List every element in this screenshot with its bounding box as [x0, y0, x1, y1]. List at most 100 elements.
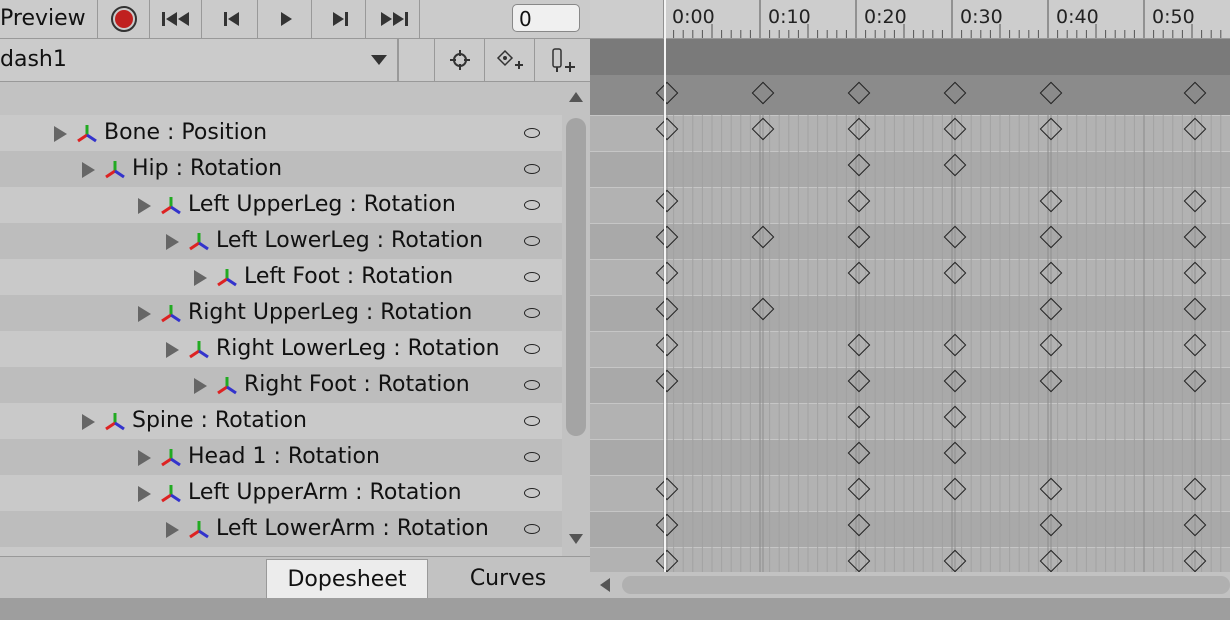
property-label: Left UpperLeg : Rotation	[188, 192, 456, 217]
tab-dopesheet[interactable]: Dopesheet	[266, 559, 428, 599]
tree-row[interactable]: Left UpperLeg : Rotation	[0, 187, 562, 223]
track-row[interactable]	[590, 259, 1230, 296]
track-row[interactable]	[590, 403, 1230, 440]
next-key-icon	[332, 12, 348, 26]
track-row[interactable]	[590, 187, 1230, 224]
expand-arrow-icon[interactable]	[138, 450, 151, 466]
previous-key-button[interactable]	[206, 0, 258, 38]
tree-row[interactable]: Right LowerLeg : Rotation	[0, 331, 562, 367]
expand-arrow-icon[interactable]	[194, 378, 207, 394]
record-button[interactable]	[98, 0, 150, 38]
animation-toolbar: Preview 0	[0, 0, 590, 39]
time-ruler[interactable]: 0:00 0:10 0:20 0:30 0:40 0:50	[590, 0, 1230, 39]
time-tick-label: 0:20	[864, 6, 907, 28]
property-label: Left Foot : Rotation	[244, 264, 454, 289]
horizontal-scroll-thumb[interactable]	[622, 576, 1230, 594]
track-row[interactable]	[590, 367, 1230, 404]
visibility-icon[interactable]	[524, 164, 540, 174]
tree-row[interactable]: Spine : Rotation	[0, 403, 562, 439]
clip-dropdown[interactable]: dash1	[0, 39, 398, 81]
expand-arrow-icon[interactable]	[82, 414, 95, 430]
visibility-icon[interactable]	[524, 236, 540, 246]
playhead[interactable]	[664, 0, 666, 572]
vertical-scrollbar[interactable]	[562, 82, 590, 552]
tree-row[interactable]: Left LowerArm : Rotation	[0, 511, 562, 547]
dopesheet-panel[interactable]: 0:00 0:10 0:20 0:30 0:40 0:50	[590, 0, 1230, 598]
property-label: Spine : Rotation	[132, 408, 307, 433]
tree-row[interactable]: Bone : Position	[0, 115, 562, 151]
add-event-icon	[551, 48, 575, 72]
record-icon	[110, 6, 137, 32]
last-key-button[interactable]	[368, 0, 420, 38]
visibility-icon[interactable]	[524, 272, 540, 282]
track-row[interactable]	[590, 475, 1230, 512]
expand-arrow-icon[interactable]	[138, 198, 151, 214]
tree-row[interactable]: Hip : Rotation	[0, 151, 562, 187]
visibility-icon[interactable]	[524, 524, 540, 534]
expand-arrow-icon[interactable]	[82, 162, 95, 178]
expand-arrow-icon[interactable]	[138, 486, 151, 502]
visibility-icon[interactable]	[524, 380, 540, 390]
bone-transform-icon	[161, 305, 181, 323]
clip-spacer	[398, 39, 434, 81]
frame-input[interactable]: 0	[512, 4, 580, 32]
bone-transform-icon	[161, 485, 181, 503]
visibility-icon[interactable]	[524, 200, 540, 210]
crosshair-icon	[449, 50, 470, 70]
tree-row[interactable]: Right Foot : Rotation	[0, 367, 562, 403]
status-bar	[0, 598, 1230, 620]
filter-by-selection-button[interactable]	[434, 39, 484, 81]
bone-transform-icon	[105, 413, 125, 431]
play-icon	[280, 12, 292, 26]
expand-arrow-icon[interactable]	[138, 306, 151, 322]
expand-arrow-icon[interactable]	[54, 126, 67, 142]
property-label: Left LowerLeg : Rotation	[216, 228, 484, 253]
track-row[interactable]	[590, 511, 1230, 548]
track-row[interactable]	[590, 115, 1230, 152]
add-event-button[interactable]	[534, 39, 590, 81]
add-keyframe-button[interactable]	[484, 39, 534, 81]
property-label: Left LowerArm : Rotation	[216, 516, 489, 541]
tree-row[interactable]: Left UpperArm : Rotation	[0, 475, 562, 511]
preview-button[interactable]: Preview	[0, 0, 98, 38]
track-row[interactable]	[590, 295, 1230, 332]
scroll-up-icon[interactable]	[569, 92, 583, 102]
first-key-icon	[161, 12, 189, 26]
tree-row[interactable]: Left Foot : Rotation	[0, 259, 562, 295]
scroll-thumb[interactable]	[566, 118, 586, 436]
next-key-button[interactable]	[314, 0, 366, 38]
horizontal-scrollbar[interactable]	[590, 572, 1230, 598]
bone-transform-icon	[77, 125, 97, 143]
visibility-icon[interactable]	[524, 488, 540, 498]
first-key-button[interactable]	[150, 0, 202, 38]
track-row[interactable]	[590, 331, 1230, 368]
scroll-left-icon[interactable]	[600, 578, 610, 592]
visibility-icon[interactable]	[524, 128, 540, 138]
tree-row[interactable]: Left LowerLeg : Rotation	[0, 223, 562, 259]
expand-arrow-icon[interactable]	[166, 342, 179, 358]
bone-transform-icon	[189, 521, 209, 539]
expand-arrow-icon[interactable]	[166, 234, 179, 250]
play-button[interactable]	[260, 0, 312, 38]
add-keyframe-icon	[496, 49, 523, 69]
time-tick-label: 0:00	[672, 6, 715, 28]
hierarchy-panel: Preview 0 dash1 Bone: Position Hip: Ro…	[0, 0, 590, 599]
scroll-down-icon[interactable]	[569, 534, 583, 544]
tab-curves[interactable]: Curves	[428, 559, 588, 599]
bone-transform-icon	[105, 161, 125, 179]
previous-key-icon	[223, 12, 239, 26]
visibility-icon[interactable]	[524, 452, 540, 462]
track-row[interactable]	[590, 151, 1230, 188]
expand-arrow-icon[interactable]	[166, 522, 179, 538]
track-row[interactable]	[590, 223, 1230, 260]
visibility-icon[interactable]	[524, 308, 540, 318]
tree-row[interactable]: Head 1 : Rotation	[0, 439, 562, 475]
tree-row[interactable]: Right UpperLeg : Rotation	[0, 295, 562, 331]
visibility-icon[interactable]	[524, 416, 540, 426]
expand-arrow-icon[interactable]	[194, 270, 207, 286]
visibility-icon[interactable]	[524, 344, 540, 354]
property-label: Left UpperArm : Rotation	[188, 480, 462, 505]
track-row[interactable]	[590, 439, 1230, 476]
property-label: Right UpperLeg : Rotation	[188, 300, 473, 325]
chevron-down-icon	[371, 55, 387, 65]
